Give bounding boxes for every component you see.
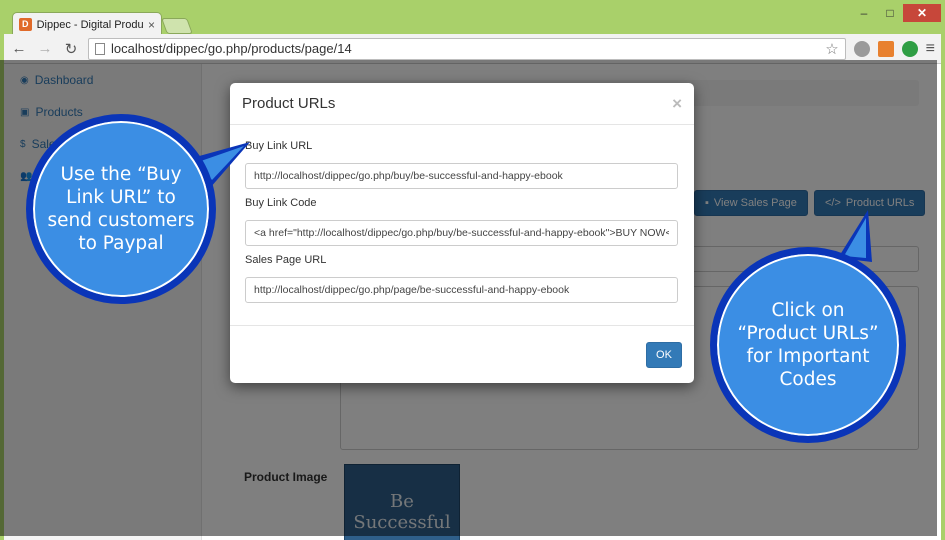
buy-link-callout: Use the “Buy Link URL” to send customers… bbox=[26, 114, 216, 304]
buy-link-callout-text: Use the “Buy Link URL” to send customers… bbox=[47, 164, 195, 254]
product-urls-callout: Click on “Product URLs” for Important Co… bbox=[710, 247, 906, 443]
product-urls-callout-text: Click on “Product URLs” for Important Co… bbox=[737, 300, 879, 390]
right-callout-pointer-inner bbox=[844, 218, 866, 258]
